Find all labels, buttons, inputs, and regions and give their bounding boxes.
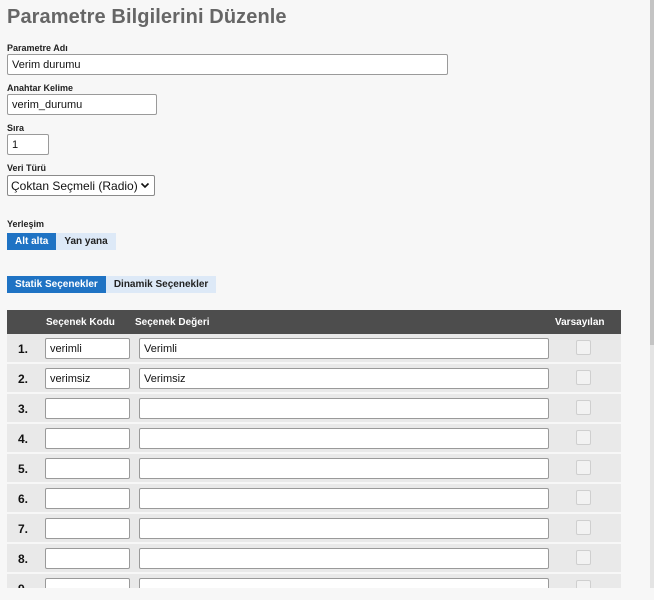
layout-toggle: Alt alta Yan yana: [7, 233, 116, 250]
table-row: 8.: [7, 544, 621, 574]
option-value-input[interactable]: [139, 458, 549, 479]
data-type-value: Çoktan Seçmeli (Radio): [11, 178, 138, 193]
page-title: Parametre Bilgilerini Düzenle: [7, 6, 287, 28]
layout-option-vertical[interactable]: Alt alta: [7, 233, 57, 250]
option-value-input[interactable]: [139, 428, 549, 449]
option-code-input[interactable]: [45, 578, 130, 588]
option-value-input[interactable]: [139, 338, 549, 359]
option-code-input[interactable]: [45, 398, 130, 419]
table-header: Seçenek Kodu Seçenek Değeri Varsayılan: [7, 310, 621, 334]
header-option-value: Seçenek Değeri: [135, 317, 210, 328]
row-number: 3.: [18, 402, 29, 416]
default-checkbox[interactable]: [576, 550, 591, 565]
header-option-code: Seçenek Kodu: [46, 317, 115, 328]
option-value-input[interactable]: [139, 548, 549, 569]
row-number: 7.: [18, 522, 29, 536]
option-code-input[interactable]: [45, 488, 130, 509]
keyword-label: Anahtar Kelime: [7, 83, 74, 93]
option-code-input[interactable]: [45, 428, 130, 449]
scrollbar-thumb[interactable]: [650, 0, 654, 345]
table-row: 5.: [7, 454, 621, 484]
row-number: 6.: [18, 492, 29, 506]
default-checkbox[interactable]: [576, 400, 591, 415]
default-checkbox[interactable]: [576, 580, 591, 588]
option-code-input[interactable]: [45, 338, 130, 359]
data-type-select[interactable]: Çoktan Seçmeli (Radio): [7, 175, 155, 196]
option-code-input[interactable]: [45, 458, 130, 479]
default-checkbox[interactable]: [576, 520, 591, 535]
order-input[interactable]: [7, 134, 49, 155]
option-value-input[interactable]: [139, 518, 549, 539]
header-default: Varsayılan: [555, 317, 605, 328]
option-value-input[interactable]: [139, 368, 549, 389]
table-row: 9.: [7, 574, 621, 588]
table-row: 1.: [7, 334, 621, 364]
row-number: 8.: [18, 552, 29, 566]
option-value-input[interactable]: [139, 488, 549, 509]
chevron-down-icon: [140, 182, 150, 189]
table-row: 4.: [7, 424, 621, 454]
page-bottom: [0, 588, 654, 600]
row-number: 4.: [18, 432, 29, 446]
row-number: 5.: [18, 462, 29, 476]
default-checkbox[interactable]: [576, 490, 591, 505]
table-body: 1. 2. 3. 4. 5. 6. 7. 8. 9.: [7, 334, 621, 588]
tab-static-options[interactable]: Statik Seçenekler: [7, 276, 106, 293]
default-checkbox[interactable]: [576, 340, 591, 355]
option-value-input[interactable]: [139, 578, 549, 588]
parameter-name-input[interactable]: [7, 54, 448, 75]
table-row: 2.: [7, 364, 621, 394]
option-code-input[interactable]: [45, 518, 130, 539]
option-code-input[interactable]: [45, 368, 130, 389]
table-row: 6.: [7, 484, 621, 514]
option-value-input[interactable]: [139, 398, 549, 419]
options-tabs: Statik Seçenekler Dinamik Seçenekler: [7, 276, 217, 293]
option-code-input[interactable]: [45, 548, 130, 569]
options-table: Seçenek Kodu Seçenek Değeri Varsayılan 1…: [7, 310, 621, 588]
layout-option-horizontal[interactable]: Yan yana: [56, 233, 116, 250]
table-row: 7.: [7, 514, 621, 544]
keyword-input[interactable]: [7, 94, 157, 115]
layout-label: Yerleşim: [7, 219, 45, 229]
order-label: Sıra: [7, 123, 25, 133]
data-type-label: Veri Türü: [7, 163, 47, 173]
table-row: 3.: [7, 394, 621, 424]
default-checkbox[interactable]: [576, 430, 591, 445]
row-number: 1.: [18, 342, 29, 356]
tab-dynamic-options[interactable]: Dinamik Seçenekler: [105, 276, 217, 293]
default-checkbox[interactable]: [576, 460, 591, 475]
row-number: 2.: [18, 372, 29, 386]
parameter-name-label: Parametre Adı: [7, 43, 68, 53]
default-checkbox[interactable]: [576, 370, 591, 385]
